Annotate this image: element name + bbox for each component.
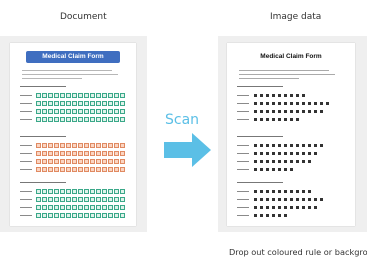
form-field-row [237, 213, 343, 218]
image-data-paper: Medical Claim Form [227, 43, 355, 226]
form-field-row [237, 117, 343, 122]
form-field-row [20, 143, 126, 148]
section-heading [237, 86, 283, 87]
text-line [239, 78, 299, 79]
text-line [22, 70, 112, 71]
form-title: Medical Claim Form [260, 53, 322, 60]
text-line [22, 78, 82, 79]
form-field-row [237, 101, 343, 106]
form-field-row [20, 205, 126, 210]
form-field-row [237, 189, 343, 194]
text-line [239, 70, 329, 71]
document-label: Document [60, 12, 107, 22]
form-field-row [20, 213, 126, 218]
form-field-row [237, 93, 343, 98]
form-field-row [20, 101, 126, 106]
form-field-row [20, 109, 126, 114]
form-field-row [237, 109, 343, 114]
right-arrow-icon [164, 133, 211, 167]
form-field-row [237, 151, 343, 156]
form-field-row [237, 167, 343, 172]
form-field-row [237, 143, 343, 148]
form-field-row [237, 197, 343, 202]
section-heading [20, 182, 66, 183]
text-line [22, 74, 118, 75]
form-field-row [20, 159, 126, 164]
form-field-row [20, 93, 126, 98]
section-heading [20, 86, 66, 87]
image-data-label: Image data [270, 12, 322, 22]
section-heading [237, 136, 283, 137]
text-line [239, 74, 335, 75]
form-title-bar: Medical Claim Form [26, 51, 120, 63]
drop-out-note: Drop out coloured rule or background [229, 247, 367, 257]
section-heading [237, 182, 283, 183]
document-paper: Medical Claim Form [10, 43, 136, 226]
form-field-row [20, 197, 126, 202]
section-heading [20, 136, 66, 137]
form-field-row [20, 189, 126, 194]
form-field-row [237, 159, 343, 164]
scan-label: Scan [165, 112, 200, 128]
form-field-row [20, 151, 126, 156]
form-field-row [20, 117, 126, 122]
form-field-row [20, 167, 126, 172]
form-field-row [237, 205, 343, 210]
